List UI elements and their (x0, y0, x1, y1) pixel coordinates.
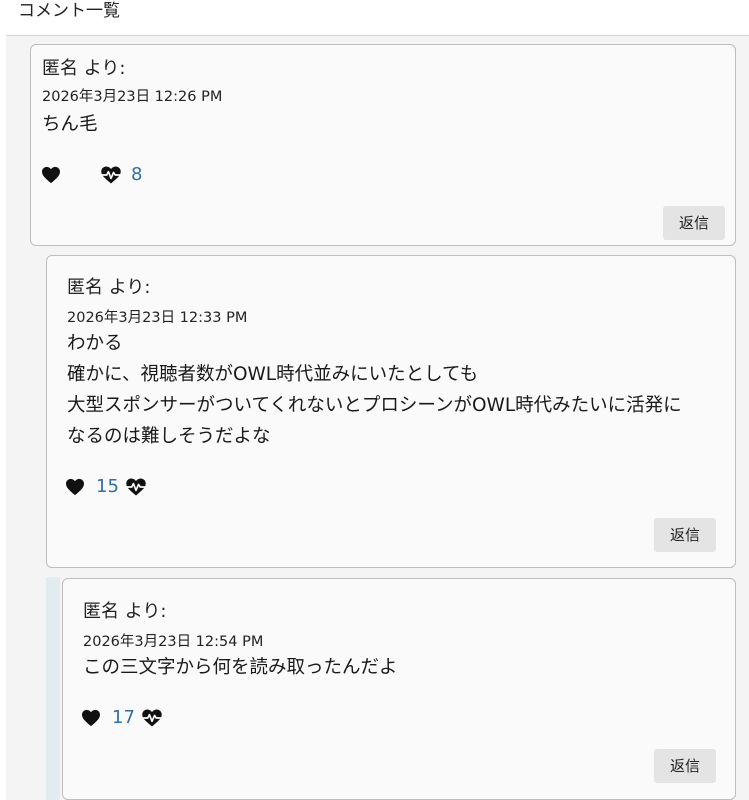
like-count: 15 (96, 476, 119, 497)
comment-body-line: この三文字から何を読み取ったんだよ (83, 657, 398, 678)
reply-button[interactable]: 返信 (654, 749, 716, 783)
heart-icon[interactable] (65, 478, 85, 496)
heartbeat-icon[interactable] (125, 477, 147, 497)
comment-timestamp: 2026年3月23日 12:26 PM (42, 89, 223, 105)
comment-body: わかる 確かに、視聴者数がOWL時代並みにいたとしても 大型スポンサーがついてく… (67, 328, 682, 452)
comment-card: 匿名 より: 2026年3月23日 12:54 PM この三文字から何を読み取っ… (62, 578, 736, 800)
comment-author: 匿名 より: (67, 277, 151, 298)
section-title: コメント一覧 (18, 1, 120, 21)
comment-body: ちん毛 (42, 109, 98, 140)
comment-author: 匿名 より: (83, 601, 167, 622)
comment-card: 匿名 より: 2026年3月23日 12:26 PM ちん毛 8 返信 (30, 44, 736, 246)
like-count: 8 (131, 164, 143, 185)
heart-icon[interactable] (41, 166, 61, 184)
comment-timestamp: 2026年3月23日 12:33 PM (67, 310, 248, 326)
comments-page: コメント一覧 匿名 より: 2026年3月23日 12:26 PM ちん毛 8 … (0, 0, 749, 800)
comment-card: 匿名 より: 2026年3月23日 12:33 PM わかる 確かに、視聴者数が… (46, 255, 736, 568)
comment-body-line: わかる (67, 333, 123, 354)
reply-button[interactable]: 返信 (654, 518, 716, 552)
comment-body-line: ちん毛 (42, 114, 98, 135)
comment-body-line: 確かに、視聴者数がOWL時代並みにいたとしても (67, 364, 479, 385)
reply-nest-indicator (46, 577, 60, 800)
heart-icon[interactable] (81, 709, 101, 727)
heartbeat-icon[interactable] (141, 708, 163, 728)
comment-author: 匿名 より: (42, 58, 126, 79)
comment-body-line: なるのは難しそうだよな (67, 426, 271, 447)
comment-body-line: 大型スポンサーがついてくれないとプロシーンがOWL時代みたいに活発に (67, 395, 682, 416)
reply-button[interactable]: 返信 (663, 206, 725, 240)
heartbeat-icon[interactable] (100, 165, 122, 185)
comment-timestamp: 2026年3月23日 12:54 PM (83, 634, 264, 650)
comment-body: この三文字から何を読み取ったんだよ (83, 652, 398, 683)
like-count: 17 (112, 707, 135, 728)
